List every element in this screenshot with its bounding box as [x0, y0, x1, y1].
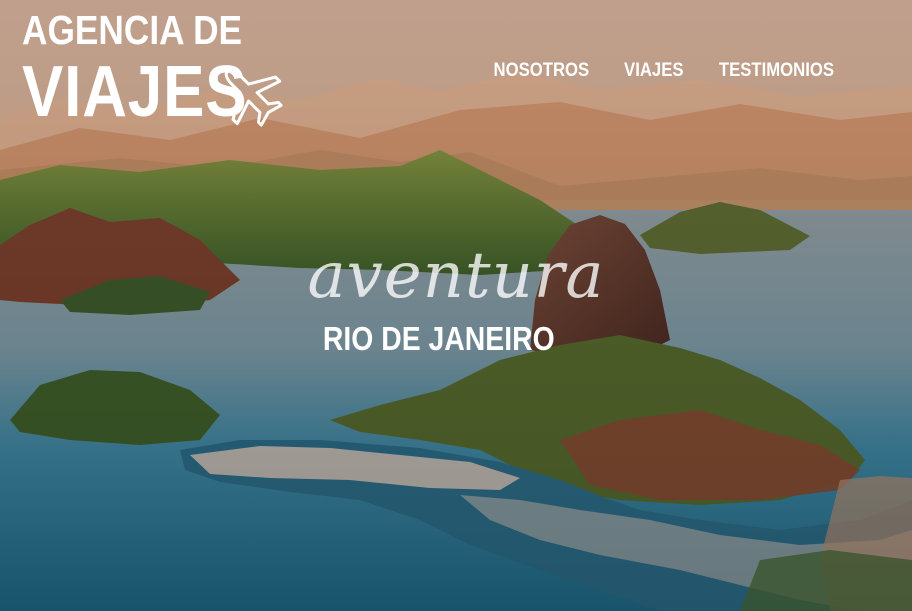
airplane-icon: [224, 68, 283, 127]
logo-line-1: AGENCIA DE: [22, 7, 243, 53]
nav-item-nosotros[interactable]: NOSOTROS: [493, 60, 589, 82]
hero-destination: RIO DE JANEIRO: [0, 322, 878, 355]
nav-item-viajes[interactable]: VIAJES: [624, 60, 683, 82]
hero-destination-text: RIO DE JANEIRO: [323, 320, 555, 357]
main-nav: NOSOTROS VIAJES TESTIMONIOS: [487, 60, 842, 82]
hero-section: AGENCIA DE VIAJES NOSOTROS VIAJES TESTIM…: [0, 0, 912, 611]
hero-tagline: aventura: [307, 239, 605, 313]
nav-item-testimonios[interactable]: TESTIMONIOS: [719, 60, 834, 82]
